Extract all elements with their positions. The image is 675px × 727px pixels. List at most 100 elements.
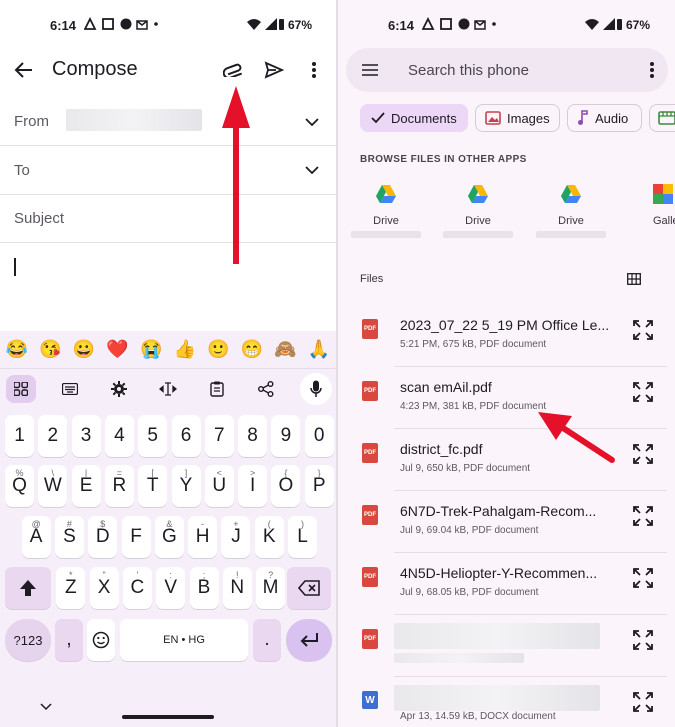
emoji-key[interactable]: 😘: [39, 339, 61, 360]
key-d[interactable]: $ D: [88, 516, 118, 558]
share-icon[interactable]: [254, 377, 278, 401]
grid-view-icon[interactable]: [624, 270, 644, 288]
key-p[interactable]: } P: [304, 465, 334, 507]
file-list-item[interactable]: PDF 4N5D-Heliopter-Y-Recommen... Jul 9, 68…: [338, 553, 675, 615]
key-y[interactable]: ] Y: [171, 465, 201, 507]
keyboard-icon[interactable]: [58, 377, 82, 401]
emoji-key[interactable]: 🙈: [274, 339, 296, 360]
gear-icon[interactable]: [107, 377, 131, 401]
key-a[interactable]: @ A: [21, 516, 51, 558]
enter-key[interactable]: [286, 619, 332, 661]
attach-icon[interactable]: [222, 58, 246, 82]
expand-preview-icon[interactable]: [632, 381, 654, 408]
chip-images[interactable]: Images: [475, 104, 560, 132]
key-3[interactable]: 3: [71, 415, 101, 457]
key-r[interactable]: = R: [104, 465, 134, 507]
expand-preview-icon[interactable]: [632, 319, 654, 346]
file-list-item[interactable]: PDF 6N7D-Trek-Pahalgam-Recom... Jul 9, 69.…: [338, 491, 675, 553]
key-t[interactable]: [T: [138, 465, 168, 507]
key-i[interactable]: > I: [238, 465, 268, 507]
key-8[interactable]: 8: [238, 415, 268, 457]
emoji-key[interactable]: ❤️: [106, 339, 128, 360]
app-drive[interactable]: Drive: [346, 184, 426, 238]
emoji-key[interactable]: [87, 619, 115, 661]
shift-key[interactable]: [5, 567, 51, 609]
body-text-cursor[interactable]: [14, 258, 16, 276]
emoji-key[interactable]: 😀: [73, 339, 95, 360]
file-list-item[interactable]: PDF district_fc.pdf Jul 9, 650 kB, PDF doc…: [338, 429, 675, 491]
apps-grid-icon[interactable]: [6, 375, 36, 403]
emoji-key[interactable]: 👍: [174, 339, 196, 360]
key-4[interactable]: 4: [104, 415, 134, 457]
key-b[interactable]: ; B: [189, 567, 219, 609]
from-address-redacted[interactable]: [66, 109, 202, 131]
emoji-key[interactable]: 🙂: [207, 339, 229, 360]
search-bar[interactable]: Search this phone: [346, 48, 668, 92]
file-list-item[interactable]: PDF 2023_07_22 5_19 PM Office Le... 5:21 P…: [338, 305, 675, 367]
key-o[interactable]: {O: [271, 465, 301, 507]
key-2[interactable]: 2: [38, 415, 68, 457]
app-gallery[interactable]: Galle: [623, 184, 675, 227]
expand-preview-icon[interactable]: [632, 691, 654, 718]
backspace-key[interactable]: [287, 567, 331, 609]
key-v[interactable]: :V: [156, 567, 186, 609]
file-list-item[interactable]: W Apr 13, 14.59 kB, DOCX document: [338, 677, 675, 727]
key-j[interactable]: + J: [221, 516, 251, 558]
key-k[interactable]: (K: [254, 516, 284, 558]
emoji-key[interactable]: 😭: [140, 339, 162, 360]
space-bar[interactable]: EN • HG: [120, 619, 248, 661]
microphone-icon[interactable]: [300, 373, 332, 405]
key-9[interactable]: 9: [271, 415, 301, 457]
chevron-down-icon[interactable]: [302, 112, 322, 132]
key-5[interactable]: 5: [138, 415, 168, 457]
app-drive[interactable]: Drive: [438, 184, 518, 238]
hide-keyboard-icon[interactable]: [36, 699, 56, 715]
app-drive[interactable]: Drive: [531, 184, 611, 238]
send-icon[interactable]: [262, 58, 286, 82]
key-z[interactable]: * Z: [56, 567, 86, 609]
key-c[interactable]: ' C: [122, 567, 152, 609]
key-0[interactable]: 0: [304, 415, 334, 457]
chevron-down-icon[interactable]: [302, 160, 322, 180]
chip-audio[interactable]: Audio: [567, 104, 642, 132]
search-input[interactable]: Search this phone: [408, 62, 529, 79]
chip-videos[interactable]: [649, 104, 675, 132]
key-g[interactable]: & G: [154, 516, 184, 558]
key-x[interactable]: " X: [89, 567, 119, 609]
emoji-key[interactable]: 😂: [6, 339, 28, 360]
file-list-item[interactable]: PDF scan emAil.pdf 4:23 PM, 381 kB, PDF do…: [338, 367, 675, 429]
key-w[interactable]: \ W: [38, 465, 68, 507]
expand-preview-icon[interactable]: [632, 443, 654, 470]
gesture-nav-bar[interactable]: [122, 715, 214, 719]
emoji-key[interactable]: 🙏: [308, 339, 330, 360]
expand-preview-icon[interactable]: [632, 567, 654, 594]
clipboard-icon[interactable]: [205, 377, 229, 401]
expand-preview-icon[interactable]: [632, 629, 654, 656]
text-cursor-icon[interactable]: [156, 377, 180, 401]
key-n[interactable]: ! N: [222, 567, 252, 609]
key-u[interactable]: < U: [204, 465, 234, 507]
key-1[interactable]: 1: [5, 415, 34, 457]
subject-field[interactable]: Subject: [14, 210, 64, 227]
key-6[interactable]: 6: [171, 415, 201, 457]
file-name: 4N5D-Heliopter-Y-Recommen...: [400, 565, 598, 581]
hamburger-menu-icon[interactable]: [360, 60, 380, 80]
file-list-item[interactable]: PDF: [338, 615, 675, 677]
key-h[interactable]: -H: [188, 516, 218, 558]
period-key[interactable]: .: [253, 619, 281, 661]
chip-documents[interactable]: Documents: [360, 104, 468, 132]
key-f[interactable]: _ F: [121, 516, 151, 558]
key-s[interactable]: # S: [54, 516, 84, 558]
back-arrow-icon[interactable]: [12, 58, 36, 82]
key-q[interactable]: % Q: [5, 465, 34, 507]
key-l[interactable]: ) L: [288, 516, 318, 558]
key-e[interactable]: | E: [71, 465, 101, 507]
key-m[interactable]: ? M: [256, 567, 286, 609]
emoji-key[interactable]: 😁: [241, 339, 263, 360]
more-vert-icon[interactable]: [302, 58, 326, 82]
more-vert-icon[interactable]: [642, 60, 662, 80]
expand-preview-icon[interactable]: [632, 505, 654, 532]
comma-key[interactable]: ,: [55, 619, 83, 661]
key-7[interactable]: 7: [204, 415, 234, 457]
symbols-key[interactable]: ?123: [5, 619, 51, 661]
